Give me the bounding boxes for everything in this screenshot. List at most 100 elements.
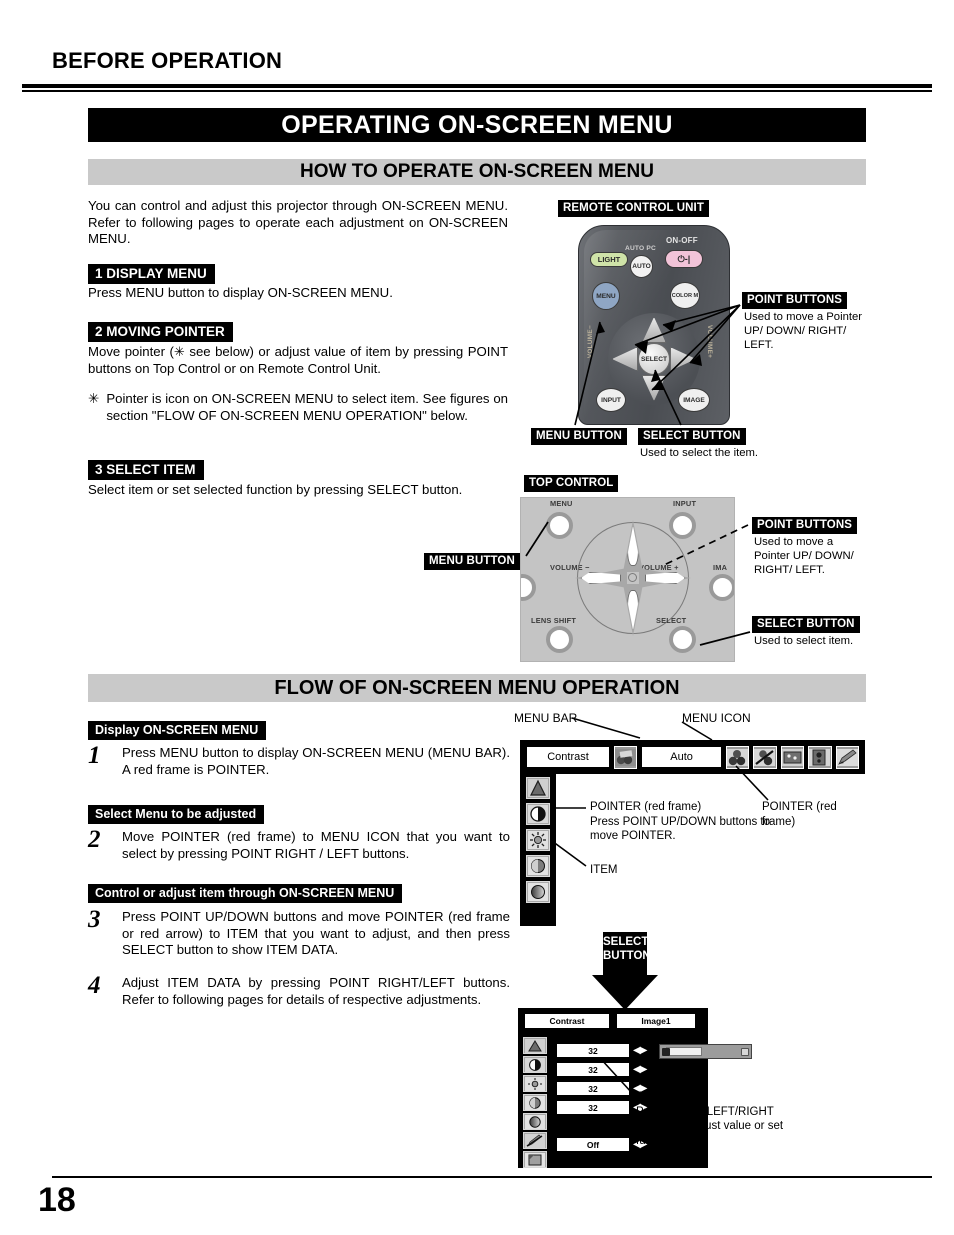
flow-step-number-1: 1: [88, 742, 101, 769]
remote-input-button[interactable]: INPUT: [596, 388, 626, 412]
flow-step-body-2: Move POINTER (red frame) to MENU ICON th…: [122, 829, 510, 861]
brightness-icon[interactable]: [523, 1075, 547, 1092]
item-data-slider[interactable]: [659, 1044, 752, 1059]
pointer-note: ✳ Pointer is icon on ON-SCREEN MENU to s…: [88, 391, 508, 424]
tint-icon[interactable]: [523, 1113, 547, 1130]
item-data-row[interactable]: 32 ◀▶: [556, 1081, 647, 1096]
osd-field-auto[interactable]: Auto: [641, 746, 722, 768]
brightness-glyph: [525, 1076, 545, 1091]
balls-icon[interactable]: [725, 745, 750, 769]
keystone-icon[interactable]: [526, 777, 550, 799]
flow-step-number-4: 4: [88, 972, 101, 999]
color-icon[interactable]: [523, 1094, 547, 1111]
contrast-icon[interactable]: [523, 1056, 547, 1073]
top-control-diagram: MENU INPUT ≡ VOLUME − VOLUME + IMA LENS …: [520, 497, 735, 662]
item-data-row[interactable]: 32 ◀▶: [556, 1043, 647, 1058]
osd-item-data-rows: 32 ◀▶ 32 ◀▶ 32 ◀▶ 32 ◀▶ Off ◀▶: [556, 1043, 647, 1156]
top-control-point-buttons-desc: Used to move a Pointer UP/ DOWN/ RIGHT/ …: [754, 536, 854, 576]
pencil-icon[interactable]: [835, 745, 859, 769]
pointer-note-text: Pointer is icon on ON-SCREEN MENU to sel…: [106, 391, 508, 423]
page-title-banner: OPERATING ON-SCREEN MENU: [88, 108, 866, 142]
top-control-menu-knob[interactable]: [546, 512, 573, 539]
reset-icon[interactable]: [523, 1151, 547, 1168]
top-control-label-select: SELECT: [656, 616, 687, 625]
item-data-arrows-icon[interactable]: ◀▶: [633, 1064, 647, 1075]
top-control-left-knob[interactable]: [521, 574, 536, 601]
balls-slash-icon[interactable]: [753, 745, 777, 769]
remote-menu-button[interactable]: MENU: [592, 282, 620, 310]
screen-icon[interactable]: [780, 745, 805, 769]
item-data-row[interactable]: Off ◀▶: [556, 1137, 647, 1152]
image-adjust-glyph: [615, 748, 637, 766]
remote-image-button[interactable]: IMAGE: [678, 388, 710, 412]
contrast-glyph: [528, 805, 548, 823]
image-adjust-icon[interactable]: [614, 745, 638, 769]
osd2-sidebar-items[interactable]: [523, 1037, 553, 1168]
remote-label-on-off: ON-OFF: [666, 236, 698, 245]
flow-tag-control-adjust: Control or adjust item through ON-SCREEN…: [88, 884, 403, 903]
item-data-annotation: ITEM DATA Press POINT LEFT/RIGHT buttons…: [636, 1090, 811, 1148]
select-button-arrow-label: SELECT BUTTON: [603, 935, 651, 963]
item-data-value[interactable]: Off: [556, 1137, 630, 1152]
item-data-row[interactable]: 32 ◀▶: [556, 1062, 647, 1077]
remote-power-button[interactable]: ⏻-|: [665, 250, 703, 268]
top-control-title: TOP CONTROL: [524, 475, 619, 492]
remote-select-button[interactable]: SELECT: [638, 343, 670, 375]
top-control-image-knob[interactable]: [709, 574, 734, 601]
top-control-label-menu: MENU: [550, 499, 573, 508]
item-data-value[interactable]: 32: [556, 1100, 630, 1115]
item-data-value[interactable]: 32: [556, 1062, 630, 1077]
intro-paragraph: You can control and adjust this projecto…: [88, 198, 508, 247]
flow-step-number-3: 3: [88, 906, 101, 933]
speaker-icon[interactable]: [808, 745, 832, 769]
top-control-label-lens-shift: LENS SHIFT: [531, 616, 577, 625]
screen-glyph: [781, 748, 803, 766]
remote-select-button-callout: SELECT BUTTON: [638, 428, 746, 445]
section-banner-flow: FLOW OF ON-SCREEN MENU OPERATION: [88, 674, 866, 702]
top-control-select-button-desc: Used to select item.: [754, 635, 854, 647]
top-control-menu-button-callout: MENU BUTTON: [424, 553, 520, 570]
flow-tag-display-menu: Display ON-SCREEN MENU: [88, 721, 267, 740]
item-data-row[interactable]: 32 ◀▶: [556, 1100, 647, 1115]
footer-rule: [52, 1176, 932, 1178]
top-control-select-knob[interactable]: [669, 626, 696, 653]
pointer-frame-line1: POINTER (red frame): [590, 801, 702, 813]
remote-light-button[interactable]: LIGHT: [590, 252, 628, 267]
color-icon[interactable]: [526, 855, 550, 877]
osd-sidebar-items[interactable]: [520, 774, 556, 926]
remote-volume-plus-label: VOLUME+: [706, 325, 713, 359]
remote-color-m-button[interactable]: COLOR M: [670, 282, 700, 309]
item-data-annotation-title: ITEM DATA: [636, 1091, 696, 1103]
slider-handle-left[interactable]: [662, 1048, 670, 1056]
brightness-icon[interactable]: [526, 829, 550, 851]
osd2-field-contrast[interactable]: Contrast: [524, 1013, 610, 1029]
item-data-value[interactable]: 32: [556, 1043, 630, 1058]
item-data-value[interactable]: 32: [556, 1081, 630, 1096]
osd-menu-bar[interactable]: Contrast Auto: [520, 740, 865, 774]
running-head: BEFORE OPERATION: [52, 48, 283, 73]
flow-tag-select-menu: Select Menu to be adjusted: [88, 805, 265, 824]
tint-icon[interactable]: [526, 881, 550, 903]
item-data-arrows-icon[interactable]: ◀▶: [633, 1045, 647, 1056]
pencil-icon[interactable]: [523, 1132, 547, 1149]
keystone-icon[interactable]: [523, 1037, 547, 1054]
pointer-frame-annotation: POINTER (red frame) Press POINT UP/DOWN …: [590, 800, 770, 844]
remote-point-buttons-callout: POINT BUTTONS: [742, 292, 848, 309]
header-rule-thick: [22, 84, 932, 88]
slider-handle-right[interactable]: [741, 1048, 749, 1056]
step-body-select-item: Select item or set selected function by …: [88, 482, 463, 497]
osd-field-contrast[interactable]: Contrast: [526, 746, 611, 768]
contrast-glyph: [525, 1057, 545, 1072]
top-control-lens-shift-knob[interactable]: [546, 626, 573, 653]
step-tag-moving-pointer: 2 MOVING POINTER: [88, 322, 233, 342]
keystone-glyph: [528, 779, 548, 797]
top-control-point-buttons-callout: POINT BUTTONS: [752, 517, 858, 534]
osd2-field-image1[interactable]: Image1: [616, 1013, 696, 1029]
contrast-icon[interactable]: [526, 803, 550, 825]
flow-step-body-3: Press POINT UP/DOWN buttons and move POI…: [122, 909, 510, 958]
flow-step-body-1: Press MENU button to display ON-SCREEN M…: [122, 745, 510, 777]
remote-auto-button[interactable]: AUTO: [630, 255, 653, 278]
tint-glyph: [528, 883, 548, 901]
pencil-glyph: [836, 748, 858, 766]
select-arrow-line2: BUTTON: [603, 950, 651, 962]
